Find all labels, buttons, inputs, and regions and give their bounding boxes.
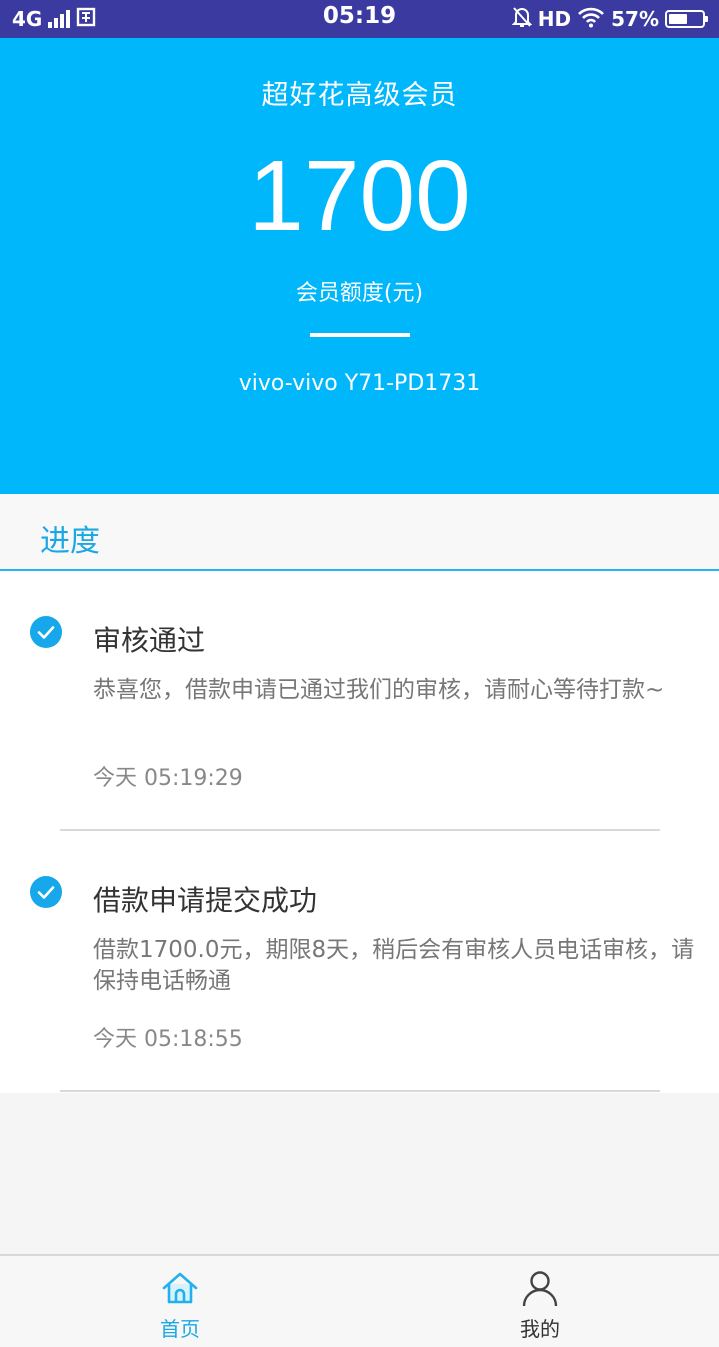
- step-divider: [60, 829, 660, 831]
- home-icon: [160, 1268, 200, 1308]
- progress-header: 进度: [0, 494, 719, 571]
- step-title: 借款申请提交成功: [93, 884, 318, 917]
- hero-divider: [310, 333, 410, 337]
- tab-mine[interactable]: 我的: [360, 1256, 719, 1347]
- step-time: 今天 05:18:55: [93, 1027, 243, 1052]
- progress-title: 进度: [40, 524, 100, 559]
- membership-title: 超好花高级会员: [261, 80, 458, 111]
- credit-unit-label: 会员额度(元): [295, 281, 424, 306]
- mute-bell-icon: [511, 6, 533, 33]
- step-title: 审核通过: [93, 624, 206, 657]
- battery-percent: 57%: [611, 7, 659, 31]
- check-circle-icon: [30, 876, 62, 908]
- tab-home-label: 首页: [160, 1317, 200, 1341]
- membership-card: 超好花高级会员 1700 会员额度(元) vivo-vivo Y71-PD173…: [0, 38, 719, 494]
- step-description: 借款1700.0元，期限8天，稍后会有审核人员电话审核，请保持电话畅通: [93, 937, 695, 994]
- status-right: HD 57%: [511, 6, 708, 33]
- tab-home[interactable]: 首页: [0, 1256, 360, 1347]
- tab-mine-label: 我的: [520, 1317, 560, 1341]
- step-time: 今天 05:19:29: [93, 766, 243, 791]
- battery-icon: [665, 10, 708, 28]
- check-circle-icon: [30, 616, 62, 648]
- bottom-tab-bar: 首页 我的: [0, 1254, 719, 1347]
- step-divider: [60, 1090, 660, 1092]
- device-name: vivo-vivo Y71-PD1731: [238, 371, 481, 396]
- user-icon: [520, 1268, 560, 1308]
- status-bar: 4G 05:19 HD 57%: [0, 0, 719, 38]
- step-description: 恭喜您，借款申请已通过我们的审核，请耐心等待打款~: [93, 677, 665, 703]
- hd-label: HD: [537, 7, 572, 31]
- progress-timeline: 审核通过 恭喜您，借款申请已通过我们的审核，请耐心等待打款~ 今天 05:19:…: [0, 571, 719, 1093]
- wifi-icon: [577, 6, 605, 33]
- credit-amount: 1700: [248, 140, 471, 252]
